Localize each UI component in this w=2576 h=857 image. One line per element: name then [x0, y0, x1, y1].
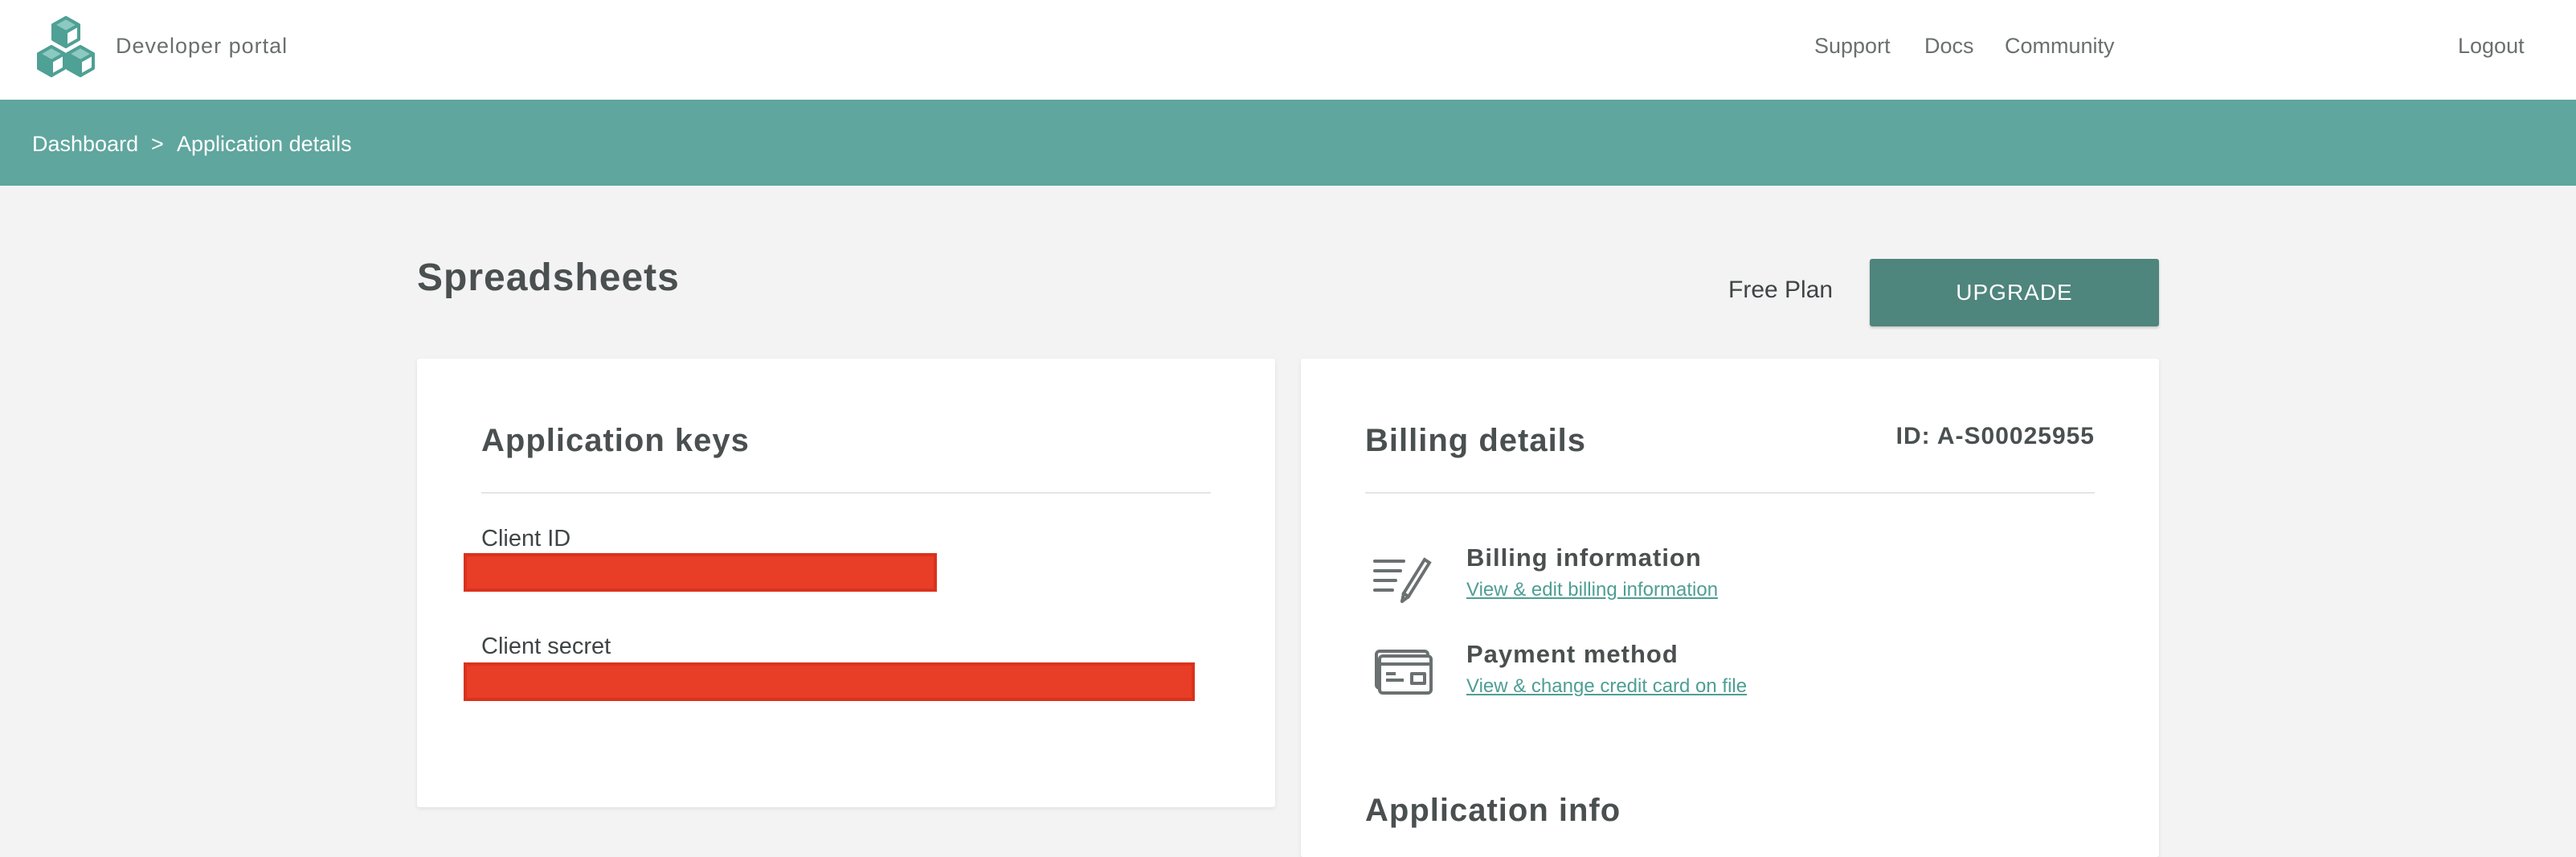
upgrade-button[interactable]: UPGRADE	[1870, 259, 2159, 326]
application-keys-title: Application keys	[481, 423, 750, 458]
application-keys-card: Application keys Client ID Client secret	[417, 359, 1275, 807]
breadcrumb-separator: >	[151, 132, 164, 156]
logout-link[interactable]: Logout	[2458, 34, 2525, 59]
application-id: ID: A-S00025955	[1895, 423, 2095, 449]
client-id-redacted-value	[464, 553, 937, 592]
payment-method-title: Payment method	[1466, 640, 1678, 668]
nav-community-link[interactable]: Community	[2005, 34, 2115, 59]
billing-details-card: Billing details ID: A-S00025955 Billing …	[1301, 359, 2159, 857]
billing-information-title: Billing information	[1466, 543, 1702, 572]
top-header: Developer portal Support Docs Community …	[0, 0, 2576, 100]
card-divider	[481, 492, 1211, 494]
credit-card-icon	[1375, 650, 1433, 695]
brand-name[interactable]: Developer portal	[116, 34, 288, 59]
client-id-label: Client ID	[481, 526, 571, 552]
client-secret-redacted-value	[464, 662, 1195, 701]
card-divider	[1365, 492, 2095, 494]
cube-logo-icon[interactable]	[32, 14, 100, 82]
breadcrumb-current: Application details	[177, 132, 352, 156]
breadcrumb-dashboard-link[interactable]: Dashboard	[32, 132, 138, 157]
nav-docs-link[interactable]: Docs	[1924, 34, 1974, 59]
edit-billing-information-link[interactable]: View & edit billing information	[1466, 579, 1718, 601]
billing-details-title: Billing details	[1365, 423, 1587, 458]
plan-label: Free Plan	[1728, 277, 1834, 303]
client-secret-label: Client secret	[481, 634, 611, 659]
pen-lines-icon	[1373, 557, 1432, 603]
breadcrumb: Dashboard > Application details	[0, 100, 2576, 186]
change-credit-card-link[interactable]: View & change credit card on file	[1466, 675, 1747, 698]
application-info-title: Application info	[1365, 793, 1621, 828]
nav-support-link[interactable]: Support	[1814, 34, 1891, 59]
page-title: Spreadsheets	[417, 256, 680, 299]
